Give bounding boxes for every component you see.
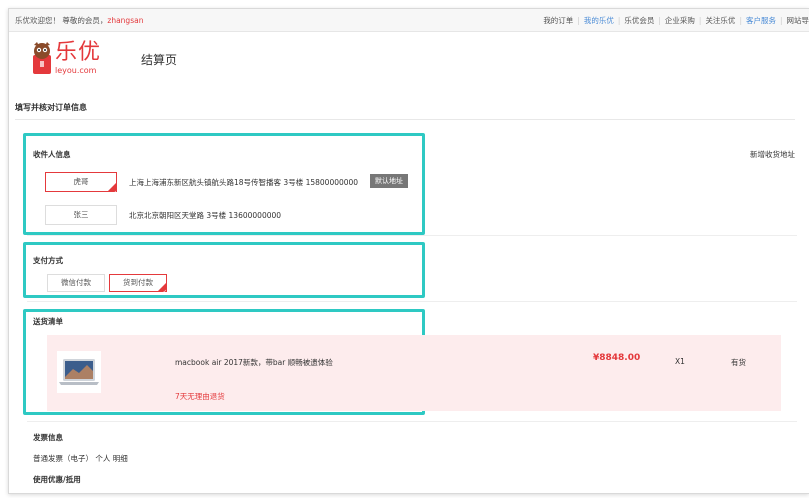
nav-separator: | [779, 16, 783, 25]
site-logo[interactable]: 乐优 leyou.com [31, 41, 111, 83]
logo-text: 乐优 [55, 40, 102, 65]
product-name[interactable]: macbook air 2017新款，带bar 顺畅被遗体验 [175, 357, 333, 368]
address-detail-1: 上海上海浦东新区航头镇航头路18号传智播客 3号楼 15800000000 [129, 178, 359, 187]
product-price: ¥8848.00 [593, 353, 641, 363]
product-quantity: X1 [675, 357, 685, 366]
divider [27, 235, 797, 236]
top-nav-link[interactable]: 网站导 [787, 16, 809, 25]
username-link[interactable]: zhangsan [107, 16, 143, 25]
page-title: 结算页 [141, 53, 178, 67]
goods-title: 送货清单 [33, 317, 63, 326]
divider [27, 301, 797, 302]
goods-item: macbook air 2017新款，带bar 顺畅被遗体验 7天无理由退货 ¥… [47, 335, 781, 411]
selected-check-icon [158, 283, 167, 300]
pay-option-wechat[interactable]: 微信付款 [47, 274, 105, 292]
page-frame: 乐优欢迎您！ 尊敬的会员，zhangsan 我的订单 | 我的乐优 | 乐优会员 | 企业采… [8, 8, 809, 494]
logo-domain: leyou.com [55, 66, 97, 75]
divider [15, 119, 795, 120]
top-nav: 我的订单 | 我的乐优 | 乐优会员 | 企业采购 | 关注乐优 | 客户服务 | 网站导 [543, 15, 809, 26]
receiver-title: 收件人信息 [33, 150, 71, 159]
new-address-link[interactable]: 新增收货地址 [750, 149, 795, 160]
divider [27, 421, 797, 422]
default-address-tag: 默认地址 [370, 174, 408, 188]
payment-title: 支付方式 [33, 256, 63, 265]
nav-separator: | [577, 16, 580, 25]
nav-separator: | [698, 16, 702, 25]
welcome-message: 乐优欢迎您！ 尊敬的会员，zhangsan [15, 15, 143, 26]
laptop-icon [59, 359, 99, 385]
address-name-label: 虎哥 [73, 177, 89, 186]
pay-option-label: 货到付款 [123, 278, 153, 287]
coupon-title: 使用优惠/抵用 [33, 475, 81, 484]
section-title: 填写并核对订单信息 [15, 103, 87, 112]
product-image[interactable] [57, 351, 101, 393]
stock-status: 有货 [731, 358, 746, 367]
nav-separator: | [658, 16, 661, 25]
nav-separator: | [617, 16, 621, 25]
top-nav-link[interactable]: 企业采购 [665, 16, 695, 25]
invoice-detail: 普通发票（电子） 个人 明细 [33, 454, 128, 463]
top-nav-link[interactable]: 我的乐优 [584, 16, 614, 25]
nav-separator: | [739, 16, 742, 25]
selected-check-icon [108, 183, 117, 202]
welcome-text: 乐优欢迎您！ 尊敬的会员， [15, 16, 108, 25]
pay-option-label: 微信付款 [61, 278, 91, 287]
top-nav-link[interactable]: 客户服务 [746, 16, 776, 25]
address-name-button-2[interactable]: 张三 [45, 205, 117, 225]
address-name-button-1[interactable]: 虎哥 [45, 172, 117, 202]
top-nav-link[interactable]: 乐优会员 [624, 16, 654, 25]
return-policy: 7天无理由退货 [175, 392, 225, 401]
address-name-label: 张三 [73, 210, 89, 219]
invoice-title: 发票信息 [33, 433, 63, 442]
top-nav-link[interactable]: 关注乐优 [705, 16, 735, 25]
mascot-icon [33, 42, 51, 74]
pay-option-cod[interactable]: 货到付款 [109, 274, 167, 300]
address-detail-2: 北京北京朝阳区天堂路 3号楼 13600000000 [129, 211, 282, 220]
top-bar: 乐优欢迎您！ 尊敬的会员，zhangsan 我的订单 | 我的乐优 | 乐优会员 | 企业采… [9, 9, 809, 32]
top-nav-link[interactable]: 我的订单 [543, 16, 573, 25]
